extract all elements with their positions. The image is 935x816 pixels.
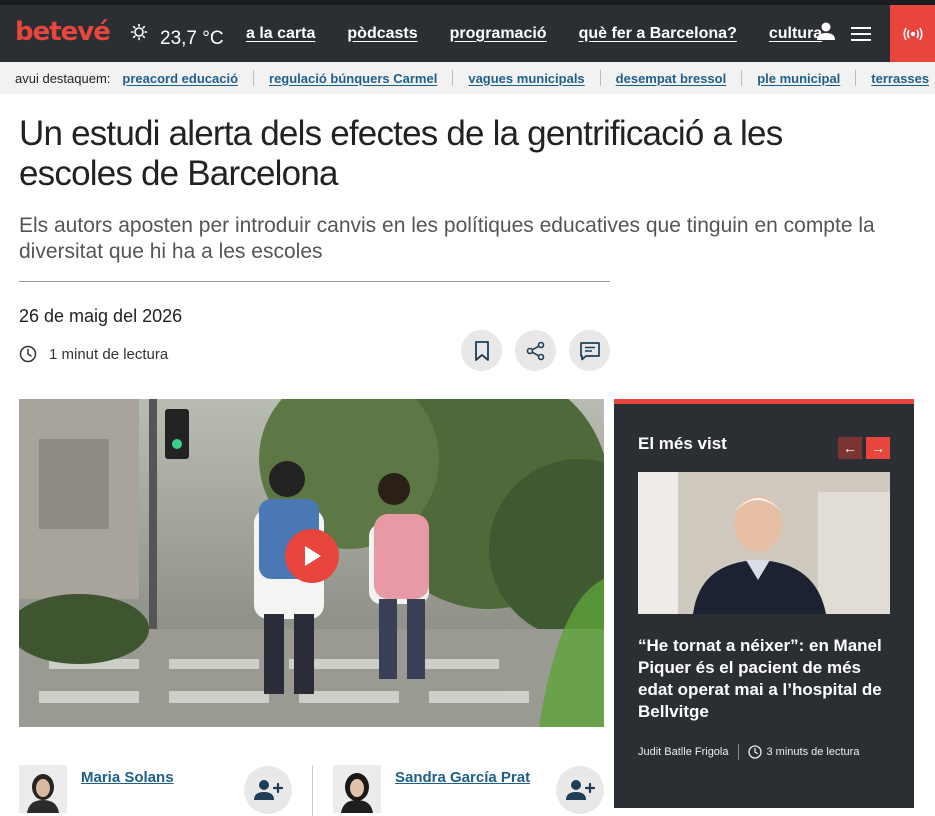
article-title: Un estudi alerta dels efectes de la gent… — [19, 114, 783, 193]
reading-time: 1 minut de lectura — [19, 345, 168, 363]
most-viewed-meta: Judit Batlle Frigola 3 minuts de lectura — [638, 744, 859, 760]
divider — [253, 70, 255, 86]
previous-button[interactable]: ← — [838, 437, 862, 459]
most-viewed-box: El més vist ← → “He tornat a néixer”: en… — [614, 399, 914, 808]
divider — [855, 70, 857, 86]
avatar-image — [333, 765, 381, 813]
temperature: 23,7 °C — [160, 28, 224, 49]
follow-author-button[interactable] — [556, 766, 604, 814]
nav-podcasts[interactable]: pòdcasts — [347, 25, 417, 43]
share-icon — [526, 341, 544, 360]
avatar-image — [19, 765, 67, 813]
highlight-link[interactable]: ple municipal — [757, 71, 840, 86]
arrow-right-icon: → — [871, 440, 885, 456]
add-user-icon — [566, 780, 595, 800]
bookmark-icon — [474, 340, 489, 361]
highlight-link[interactable]: regulació búnquers Carmel — [269, 71, 437, 86]
divider — [737, 744, 739, 760]
next-button[interactable]: → — [866, 437, 890, 459]
arrow-left-icon: ← — [843, 440, 857, 456]
play-button[interactable] — [285, 529, 339, 583]
clock-icon — [747, 745, 762, 759]
add-user-icon — [254, 780, 283, 800]
live-button[interactable] — [890, 5, 935, 62]
main-nav: a la carta pòdcasts programació què fer … — [246, 5, 854, 62]
divider — [312, 765, 313, 816]
most-viewed-title: El més vist — [638, 434, 727, 453]
author-name[interactable]: Sandra García Prat — [395, 769, 530, 786]
divider — [452, 70, 454, 86]
highlights-label: avui destaquem: — [15, 70, 111, 86]
site-logo[interactable]: betevé — [15, 17, 111, 47]
highlight-link[interactable]: terrasses — [871, 71, 929, 86]
most-viewed-reading-time: 3 minuts de lectura — [766, 746, 860, 758]
menu-icon[interactable] — [851, 27, 871, 41]
bookmark-button[interactable] — [461, 330, 502, 371]
play-icon — [305, 546, 321, 566]
comments-button[interactable] — [569, 330, 610, 371]
author-card: Sandra García Prat — [333, 765, 608, 814]
author-card: Maria Solans — [19, 765, 294, 814]
reading-time-label: 1 minut de lectura — [49, 345, 169, 363]
divider — [599, 70, 601, 86]
live-broadcast-icon — [902, 27, 923, 40]
divider — [741, 70, 743, 86]
nav-a-la-carta[interactable]: a la carta — [246, 25, 315, 43]
highlight-link[interactable]: desempat bressol — [616, 71, 727, 86]
top-navigation-bar: betevé 23,7 °C a la carta pòdcasts progr… — [0, 0, 935, 62]
portrait-image — [638, 472, 890, 614]
clock-icon — [19, 345, 37, 363]
user-icon[interactable] — [815, 21, 837, 43]
most-viewed-author: Judit Batlle Frigola — [638, 746, 729, 758]
most-viewed-headline[interactable]: “He tornat a néixer”: en Manel Piquer és… — [638, 635, 893, 723]
comments-icon — [579, 341, 600, 360]
weather-widget: 23,7 °C — [128, 17, 224, 53]
share-button[interactable] — [515, 330, 556, 371]
highlight-link[interactable]: vagues municipals — [468, 71, 584, 86]
sun-icon — [130, 24, 148, 41]
title-divider — [19, 281, 610, 282]
most-viewed-image[interactable] — [638, 472, 890, 614]
nav-programacio[interactable]: programació — [450, 25, 547, 43]
avatar — [333, 765, 381, 813]
hero-video[interactable] — [19, 399, 604, 727]
article-subtitle: Els autors aposten per introduir canvis … — [19, 214, 875, 263]
follow-author-button[interactable] — [244, 766, 292, 814]
avatar — [19, 765, 67, 813]
article-date: 26 de maig del 2026 — [19, 306, 183, 326]
highlights-bar: avui destaquem: preacord educació regula… — [0, 62, 935, 94]
author-name[interactable]: Maria Solans — [81, 769, 174, 786]
highlight-link[interactable]: preacord educació — [122, 71, 238, 86]
nav-que-fer[interactable]: què fer a Barcelona? — [579, 25, 737, 43]
